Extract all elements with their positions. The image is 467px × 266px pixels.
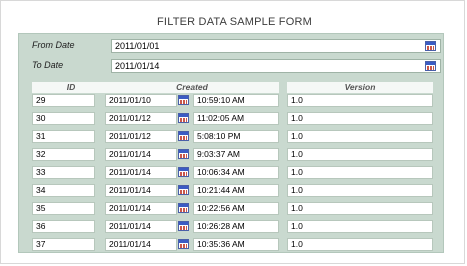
column-header-version: Version: [287, 82, 433, 93]
column-header-created: Created: [105, 82, 279, 93]
calendar-icon[interactable]: [178, 185, 189, 195]
calendar-icon[interactable]: [178, 113, 189, 123]
created-time-cell[interactable]: 10:35:36 AM: [193, 238, 279, 251]
column-header-id: ID: [32, 82, 110, 93]
id-cell[interactable]: 30: [32, 112, 95, 125]
id-cell[interactable]: 37: [32, 238, 95, 251]
version-cell[interactable]: 1.0: [287, 130, 433, 143]
id-cell[interactable]: 36: [32, 220, 95, 233]
created-date-cell[interactable]: 2011/01/14: [105, 202, 177, 215]
created-date-cell[interactable]: 2011/01/14: [105, 148, 177, 161]
created-time-cell[interactable]: 10:21:44 AM: [193, 184, 279, 197]
created-time-cell[interactable]: 9:03:37 AM: [193, 148, 279, 161]
created-date-cell[interactable]: 2011/01/14: [105, 220, 177, 233]
created-time-cell[interactable]: 10:22:56 AM: [193, 202, 279, 215]
created-date-cell[interactable]: 2011/01/12: [105, 130, 177, 143]
created-time-cell[interactable]: 10:59:10 AM: [193, 94, 279, 107]
created-time-cell[interactable]: 10:06:34 AM: [193, 166, 279, 179]
created-time-cell[interactable]: 5:08:10 PM: [193, 130, 279, 143]
version-cell[interactable]: 1.0: [287, 184, 433, 197]
calendar-icon[interactable]: [178, 203, 189, 213]
calendar-icon[interactable]: [178, 131, 189, 141]
version-cell[interactable]: 1.0: [287, 148, 433, 161]
created-time-cell[interactable]: 10:26:28 AM: [193, 220, 279, 233]
created-date-cell[interactable]: 2011/01/12: [105, 112, 177, 125]
version-cell[interactable]: 1.0: [287, 166, 433, 179]
to-date-label: To Date: [32, 60, 64, 70]
calendar-icon[interactable]: [178, 95, 189, 105]
form-window: FILTER DATA SAMPLE FORM From Date 2011/0…: [0, 0, 465, 264]
to-date-calendar-icon[interactable]: [425, 61, 436, 71]
version-cell[interactable]: 1.0: [287, 112, 433, 125]
id-cell[interactable]: 31: [32, 130, 95, 143]
calendar-icon[interactable]: [178, 167, 189, 177]
calendar-icon[interactable]: [178, 239, 189, 249]
version-cell[interactable]: 1.0: [287, 238, 433, 251]
created-date-cell[interactable]: 2011/01/14: [105, 184, 177, 197]
calendar-icon[interactable]: [178, 221, 189, 231]
from-date-calendar-icon[interactable]: [425, 41, 436, 51]
version-cell[interactable]: 1.0: [287, 220, 433, 233]
id-cell[interactable]: 32: [32, 148, 95, 161]
id-cell[interactable]: 29: [32, 94, 95, 107]
created-date-cell[interactable]: 2011/01/14: [105, 238, 177, 251]
to-date-field[interactable]: 2011/01/14: [111, 59, 441, 73]
created-date-cell[interactable]: 2011/01/14: [105, 166, 177, 179]
created-time-cell[interactable]: 11:02:05 AM: [193, 112, 279, 125]
form-title: FILTER DATA SAMPLE FORM: [157, 16, 312, 28]
version-cell[interactable]: 1.0: [287, 94, 433, 107]
from-date-label: From Date: [32, 40, 75, 50]
calendar-icon[interactable]: [178, 149, 189, 159]
filter-panel: From Date 2011/01/01 To Date 2011/01/14 …: [18, 33, 444, 253]
created-date-cell[interactable]: 2011/01/10: [105, 94, 177, 107]
id-cell[interactable]: 33: [32, 166, 95, 179]
id-cell[interactable]: 35: [32, 202, 95, 215]
id-cell[interactable]: 34: [32, 184, 95, 197]
version-cell[interactable]: 1.0: [287, 202, 433, 215]
from-date-field[interactable]: 2011/01/01: [111, 39, 441, 53]
